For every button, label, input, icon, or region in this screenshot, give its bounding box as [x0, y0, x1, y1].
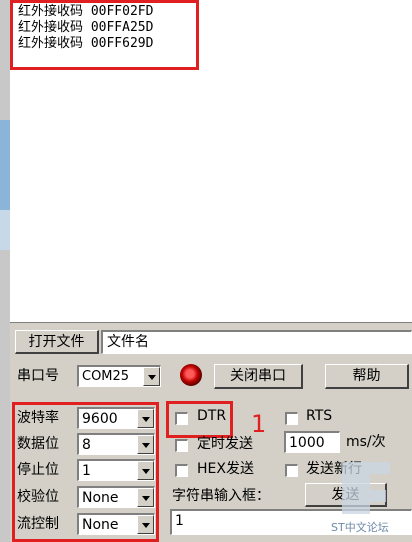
chevron-down-icon[interactable] — [143, 367, 160, 386]
chevron-down-icon[interactable] — [137, 488, 154, 507]
input-label: 字符串输入框： — [172, 488, 270, 504]
dtr-checkbox[interactable] — [175, 412, 188, 425]
parity-value: None — [82, 490, 119, 506]
chevron-down-icon[interactable] — [137, 461, 154, 480]
baud-select[interactable]: 9600 — [77, 407, 155, 429]
rts-label: RTS — [306, 408, 333, 424]
parity-select[interactable]: None — [77, 486, 155, 508]
dtr-label: DTR — [197, 408, 227, 424]
flow-select[interactable]: None — [77, 513, 155, 535]
parity-label: 校验位 — [17, 489, 59, 505]
chevron-down-icon[interactable] — [137, 515, 154, 534]
open-file-button[interactable]: 打开文件 — [15, 330, 99, 354]
annotation-marker: 1 — [251, 410, 267, 438]
timed-send-checkbox[interactable] — [175, 439, 188, 452]
flow-label: 流控制 — [17, 516, 59, 532]
stopbits-value: 1 — [82, 463, 91, 479]
databits-select[interactable]: 8 — [77, 433, 155, 455]
chevron-down-icon[interactable] — [137, 409, 154, 428]
baud-value: 9600 — [82, 411, 118, 427]
databits-label: 数据位 — [17, 436, 59, 452]
watermark-text: ST中文论坛 — [331, 521, 389, 534]
hex-send-checkbox[interactable] — [175, 464, 188, 477]
port-label: 串口号 — [17, 368, 59, 384]
background-window-block — [0, 210, 10, 250]
stopbits-select[interactable]: 1 — [77, 459, 155, 481]
background-window-strip — [0, 0, 10, 542]
rts-checkbox[interactable] — [285, 412, 298, 425]
stopbits-label: 停止位 — [17, 462, 59, 478]
port-status-led-icon — [180, 364, 202, 386]
background-window-block — [0, 120, 10, 210]
flow-value: None — [82, 517, 119, 533]
receive-line: 红外接收码 00FFA25D — [18, 20, 154, 35]
close-port-button[interactable]: 关闭串口 — [214, 364, 303, 389]
port-select[interactable]: COM25 — [77, 365, 161, 387]
hex-send-label: HEX发送 — [197, 461, 254, 477]
interval-unit: ms/次 — [346, 434, 386, 450]
port-value: COM25 — [82, 369, 130, 384]
timed-send-label: 定时发送 — [197, 436, 253, 452]
chevron-down-icon[interactable] — [137, 435, 154, 454]
databits-value: 8 — [82, 437, 91, 453]
interval-input[interactable]: 1000 — [284, 431, 340, 453]
receive-line: 红外接收码 00FF629D — [18, 36, 154, 51]
receive-lines: 红外接收码 00FF02FD 红外接收码 00FFA25D 红外接收码 00FF… — [18, 4, 153, 52]
receive-area[interactable]: 红外接收码 00FF02FD 红外接收码 00FFA25D 红外接收码 00FF… — [10, 0, 412, 323]
filename-field[interactable]: 文件名 — [101, 330, 412, 354]
help-button[interactable]: 帮助 — [325, 364, 409, 389]
baud-label: 波特率 — [17, 410, 59, 426]
send-newline-checkbox[interactable] — [285, 464, 298, 477]
receive-line: 红外接收码 00FF02FD — [18, 4, 154, 19]
